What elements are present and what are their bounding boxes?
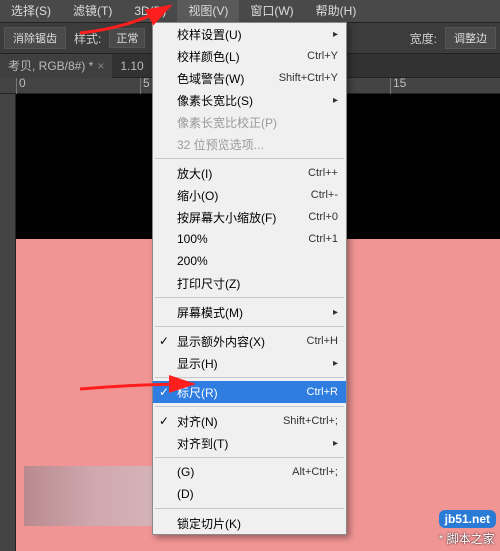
width-label: 宽度:	[410, 30, 437, 47]
menu-item-label: 色域警告(W)	[177, 70, 244, 87]
menu-view[interactable]: 视图(V)	[177, 0, 239, 22]
menu-item-label: 像素长宽比(S)	[177, 92, 253, 109]
menu-lock-slices[interactable]: 锁定切片(K)	[153, 512, 346, 534]
menu-pixel-aspect[interactable]: 像素长宽比(S) ▸	[153, 89, 346, 111]
menu-zoom-out[interactable]: 缩小(O) Ctrl+-	[153, 184, 346, 206]
style-label: 样式:	[74, 30, 101, 47]
menu-help[interactable]: 帮助(H)	[305, 0, 368, 22]
style-select[interactable]: 正常	[109, 28, 145, 48]
menu-item-label: (G)	[177, 465, 194, 479]
ruler-tick: 0	[16, 78, 26, 94]
menu-shortcut: Shift+Ctrl+Y	[279, 72, 338, 84]
menu-shortcut: Ctrl+Y	[307, 50, 338, 62]
ruler-vertical[interactable]	[0, 94, 16, 551]
check-icon: ✓	[159, 334, 169, 348]
menu-item-label: 像素长宽比校正(P)	[177, 114, 277, 131]
menu-snap-to[interactable]: 对齐到(T) ▸	[153, 432, 346, 454]
watermark: jb51.net * 脚本之家	[439, 510, 496, 547]
menu-item-label: 100%	[177, 232, 208, 246]
menu-zoom-in[interactable]: 放大(I) Ctrl++	[153, 162, 346, 184]
menu-item-label: 显示额外内容(X)	[177, 333, 265, 350]
menu-item-label: 标尺(R)	[177, 384, 218, 401]
check-icon: ✓	[159, 385, 169, 399]
tab-close-icon[interactable]: ×	[97, 59, 104, 73]
menu-separator	[155, 297, 344, 298]
menu-separator	[155, 326, 344, 327]
check-icon: ✓	[159, 414, 169, 428]
menu-print-size[interactable]: 打印尺寸(Z)	[153, 272, 346, 294]
menu-item-label: 校样颜色(L)	[177, 48, 240, 65]
menu-gamut-warning[interactable]: 色域警告(W) Shift+Ctrl+Y	[153, 67, 346, 89]
menu-shortcut: Shift+Ctrl+;	[283, 415, 338, 427]
view-menu-dropdown: 校样设置(U) ▸ 校样颜色(L) Ctrl+Y 色域警告(W) Shift+Ctrl…	[152, 22, 347, 535]
menu-shortcut: Ctrl+0	[308, 211, 338, 223]
doc-tab-1-label: 考贝, RGB/8#) *	[8, 57, 93, 74]
menu-shortcut: Ctrl+R	[307, 386, 338, 398]
menu-separator	[155, 457, 344, 458]
menu-snap[interactable]: ✓ 对齐(N) Shift+Ctrl+;	[153, 410, 346, 432]
menu-separator	[155, 377, 344, 378]
menu-pixel-correction: 像素长宽比校正(P)	[153, 111, 346, 133]
menu-shortcut: Ctrl++	[308, 167, 338, 179]
menu-proof-colors[interactable]: 校样颜色(L) Ctrl+Y	[153, 45, 346, 67]
menu-select[interactable]: 选择(S)	[0, 0, 62, 22]
menu-32bit-preview: 32 位预览选项...	[153, 133, 346, 155]
menu-item-label: 打印尺寸(Z)	[177, 275, 240, 292]
menu-separator	[155, 406, 344, 407]
menu-100[interactable]: 100% Ctrl+1	[153, 228, 346, 250]
menu-rulers[interactable]: ✓ 标尺(R) Ctrl+R	[153, 381, 346, 403]
menu-extras[interactable]: ✓ 显示额外内容(X) Ctrl+H	[153, 330, 346, 352]
adjust-edge-button[interactable]: 调整边	[445, 27, 496, 49]
menu-item-label: 锁定切片(K)	[177, 515, 241, 532]
doc-tab-1[interactable]: 考贝, RGB/8#) * ×	[0, 54, 112, 78]
menu-proof-setup[interactable]: 校样设置(U) ▸	[153, 23, 346, 45]
ruler-tick: 15	[390, 78, 406, 94]
menu-shortcut: Ctrl+H	[307, 335, 338, 347]
doc-tab-2[interactable]: 1.10	[112, 54, 151, 78]
menu-filter[interactable]: 滤镜(T)	[62, 0, 123, 22]
menu-screen-mode[interactable]: 屏幕模式(M) ▸	[153, 301, 346, 323]
menu-200[interactable]: 200%	[153, 250, 346, 272]
submenu-arrow-icon: ▸	[333, 438, 338, 449]
menu-fit-screen[interactable]: 按屏幕大小缩放(F) Ctrl+0	[153, 206, 346, 228]
menu-item-label: 200%	[177, 254, 208, 268]
doc-tab-2-label: 1.10	[120, 59, 143, 73]
menu-item-label: 对齐(N)	[177, 413, 218, 430]
menu-item-label: (D)	[177, 487, 194, 501]
menu-separator	[155, 158, 344, 159]
submenu-arrow-icon: ▸	[333, 95, 338, 106]
menu-item-label: 对齐到(T)	[177, 435, 228, 452]
menu-3d[interactable]: 3D(D)	[123, 0, 177, 22]
menu-item-label: 缩小(O)	[177, 187, 218, 204]
watermark-text: * 脚本之家	[439, 530, 496, 547]
menu-item-label: 32 位预览选项...	[177, 136, 264, 153]
menu-separator	[155, 508, 344, 509]
menu-item-g[interactable]: (G) Alt+Ctrl+;	[153, 461, 346, 483]
menu-shortcut: Ctrl+-	[311, 189, 338, 201]
menu-shortcut: Ctrl+1	[308, 233, 338, 245]
ruler-tick: 5	[140, 78, 150, 94]
watermark-badge: jb51.net	[439, 510, 496, 528]
menu-item-label: 按屏幕大小缩放(F)	[177, 209, 276, 226]
menu-window[interactable]: 窗口(W)	[239, 0, 304, 22]
menu-shortcut: Alt+Ctrl+;	[292, 466, 338, 478]
submenu-arrow-icon: ▸	[333, 358, 338, 369]
submenu-arrow-icon: ▸	[333, 307, 338, 318]
menu-show[interactable]: 显示(H) ▸	[153, 352, 346, 374]
antialias-button[interactable]: 消除锯齿	[4, 27, 66, 49]
submenu-arrow-icon: ▸	[333, 29, 338, 40]
menu-item-label: 校样设置(U)	[177, 26, 242, 43]
menu-item-d[interactable]: (D)	[153, 483, 346, 505]
menu-item-label: 放大(I)	[177, 165, 212, 182]
menu-item-label: 显示(H)	[177, 355, 218, 372]
menu-item-label: 屏幕模式(M)	[177, 304, 243, 321]
